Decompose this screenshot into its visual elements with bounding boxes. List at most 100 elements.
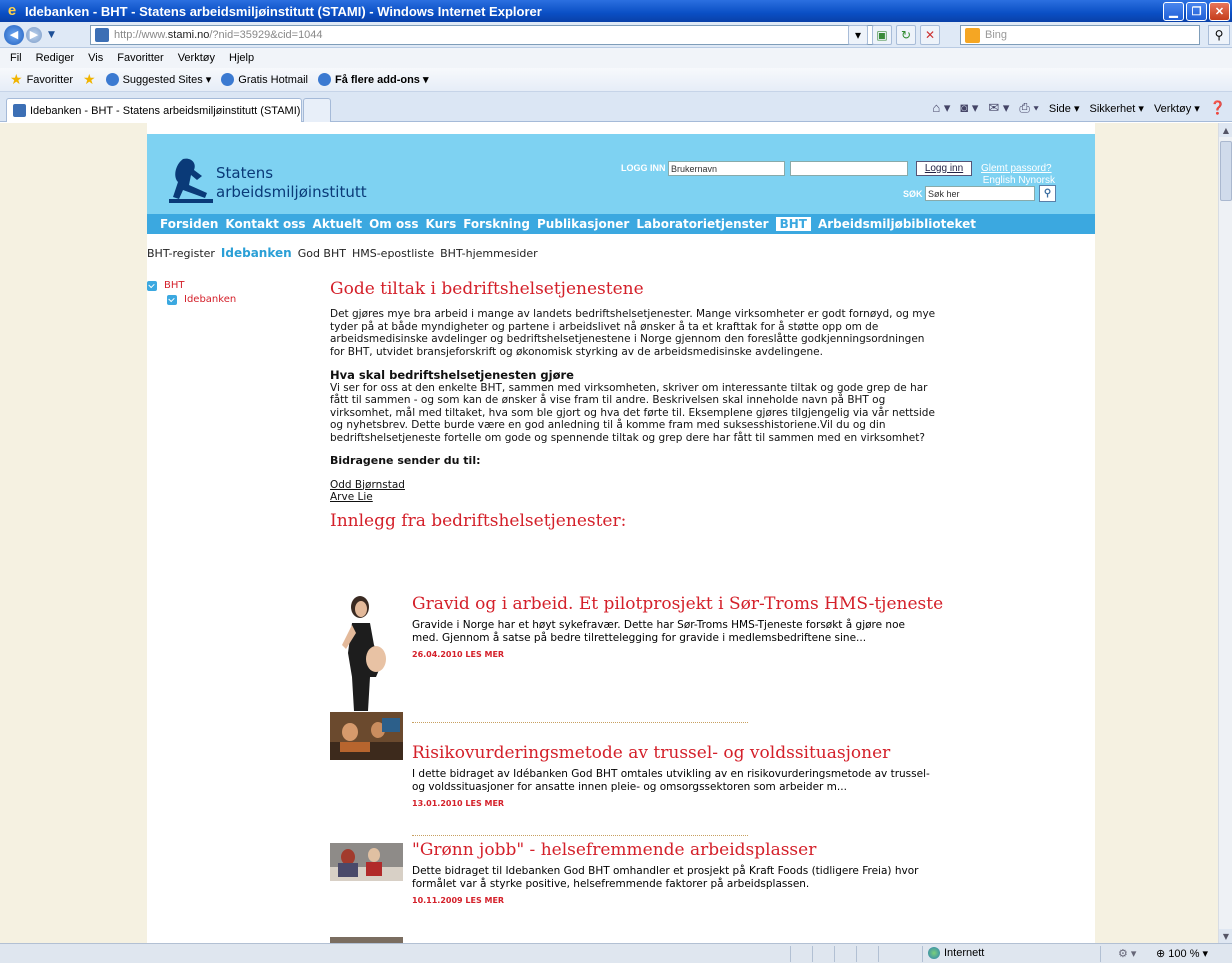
article-thumbnail[interactable] — [330, 712, 403, 760]
site-search-icon[interactable]: ⚲ — [1039, 185, 1056, 202]
nav-aktuelt[interactable]: Aktuelt — [313, 217, 363, 231]
login-button[interactable]: Logg inn — [916, 161, 972, 176]
zoom-dropdown-icon: ▾ — [1202, 948, 1209, 960]
zoom-control[interactable]: ⊕ 100 % ▾ — [1156, 947, 1208, 960]
leftnav-item-bht[interactable]: BHT — [147, 280, 236, 291]
cmd-tools[interactable]: Verktøy ▾ — [1154, 102, 1200, 115]
new-tab-button[interactable] — [303, 98, 331, 122]
article-divider — [412, 722, 748, 723]
article-read-more-link[interactable]: 26.04.2010 LES MER — [412, 650, 932, 659]
stami-logo-icon[interactable] — [169, 157, 214, 204]
fav-hotmail[interactable]: Gratis Hotmail — [221, 73, 308, 86]
subnav-god-bht[interactable]: God BHT — [298, 247, 346, 260]
browser-tab[interactable]: Idebanken - BHT - Statens arbeidsmiljøin… — [6, 98, 302, 122]
scroll-thumb[interactable] — [1220, 141, 1232, 201]
article-description: Gravide i Norge har et høyt sykefravær. … — [412, 619, 905, 644]
maximize-button[interactable]: ❐ — [1186, 1, 1207, 21]
forgot-password-link[interactable]: Glemt passord? — [981, 163, 1052, 174]
menu-tools[interactable]: Verktøy — [178, 52, 215, 64]
refresh-icon[interactable]: ↻ — [896, 25, 916, 45]
status-divider — [922, 946, 923, 962]
subnav-bht-hjemmesider[interactable]: BHT-hjemmesider — [440, 247, 538, 260]
article-title-link[interactable]: "Grønn jobb" - helsefremmende arbeidspla… — [412, 839, 932, 861]
cmd-safety[interactable]: Sikkerhet ▾ — [1090, 102, 1144, 115]
nav-laboratorietjenster[interactable]: Laboratorietjenster — [636, 217, 768, 231]
fav-suggested-sites[interactable]: Suggested Sites ▾ — [105, 73, 211, 86]
scroll-up-icon[interactable]: ▲ — [1219, 123, 1232, 137]
subnav-bht-register[interactable]: BHT-register — [147, 247, 215, 260]
search-input[interactable]: Bing — [960, 25, 1200, 45]
password-field[interactable] — [790, 161, 908, 176]
article-thumbnail[interactable] — [330, 593, 402, 711]
vertical-scrollbar[interactable]: ▲ ▼ — [1218, 123, 1232, 943]
menu-edit[interactable]: Rediger — [36, 52, 75, 64]
compatibility-view-icon[interactable]: ▣ — [872, 25, 892, 45]
url-dropdown-icon[interactable]: ▾ — [848, 25, 868, 45]
nav-om-oss[interactable]: Om oss — [369, 217, 418, 231]
site-search-input[interactable] — [925, 186, 1035, 201]
close-button[interactable]: ✕ — [1209, 1, 1230, 21]
article-read-more-link[interactable]: 10.11.2009 LES MER — [412, 896, 932, 905]
add-favorite-icon: ★ — [83, 71, 96, 87]
leftnav-item-idebanken[interactable]: Idebanken — [167, 294, 236, 305]
site-container: Statens arbeidsmiljøinstitutt LOGG INN L… — [147, 123, 1095, 943]
nav-publikasjoner[interactable]: Publikasjoner — [537, 217, 629, 231]
article-title-link[interactable]: Gravid og i arbeid. Et pilotprosjekt i S… — [412, 593, 943, 615]
back-button[interactable]: ◀ — [4, 24, 24, 45]
article-thumbnail[interactable] — [330, 843, 403, 881]
contact-link-arve[interactable]: Arve Lie — [330, 491, 940, 504]
cmd-page[interactable]: Side ▾ — [1049, 102, 1080, 115]
page-viewport: Statens arbeidsmiljøinstitutt LOGG INN L… — [0, 123, 1218, 943]
globe-icon — [928, 947, 940, 959]
logo-line1: Statens — [216, 164, 274, 182]
protected-mode-icon[interactable]: ⚙ ▾ — [1118, 947, 1136, 960]
home-icon[interactable]: ⌂ ▾ — [932, 100, 950, 116]
article-title-link[interactable]: Risikovurderingsmetode av trussel- og vo… — [412, 742, 932, 764]
favorites-button[interactable]: ★ Favoritter — [10, 71, 73, 88]
url-prefix: http://www. — [114, 29, 168, 41]
lang-english-link[interactable]: English — [983, 175, 1016, 186]
send-to-label: Bidragene sender du til: — [330, 454, 481, 467]
menu-favorites[interactable]: Favoritter — [117, 52, 163, 64]
menu-file[interactable]: Fil — [10, 52, 22, 64]
menu-view[interactable]: Vis — [88, 52, 103, 64]
minimize-button[interactable]: ▁ — [1163, 1, 1184, 21]
forward-button[interactable]: ▶ — [26, 26, 42, 43]
article-description: I dette bidraget av Idébanken God BHT om… — [412, 768, 930, 793]
add-favorite-button[interactable]: ★ — [83, 71, 96, 88]
menu-help[interactable]: Hjelp — [229, 52, 254, 64]
nav-forsiden[interactable]: Forsiden — [160, 217, 218, 231]
nav-kontakt[interactable]: Kontakt oss — [225, 217, 305, 231]
menu-bar: Fil Rediger Vis Favoritter Verktøy Hjelp — [0, 48, 1232, 68]
fav-addons-label: Få flere add-ons ▾ — [334, 74, 429, 86]
address-bar: ◀ ▶ ▼ http://www. stami.no/?nid=35929&cid… — [0, 22, 1232, 48]
feeds-icon[interactable]: ◙ ▾ — [960, 100, 978, 116]
status-divider — [878, 946, 879, 962]
contact-link-odd[interactable]: Odd Bjørnstad — [330, 479, 940, 492]
nav-arbeidsmiljobiblioteket[interactable]: Arbeidsmiljøbiblioteket — [818, 217, 976, 231]
help-icon[interactable]: ❓ — [1210, 100, 1226, 116]
intro-paragraph: Det gjøres mye bra arbeid i mange av lan… — [330, 308, 936, 358]
search-go-icon[interactable]: ⚲ — [1208, 25, 1230, 45]
article-read-more-link[interactable]: 13.01.2010 LES MER — [412, 799, 932, 808]
stop-icon[interactable]: ✕ — [920, 25, 940, 45]
site-logo-text[interactable]: Statens arbeidsmiljøinstitutt — [216, 164, 367, 202]
nav-forskning[interactable]: Forskning — [463, 217, 530, 231]
print-icon[interactable]: ⎙ ▾ — [1019, 100, 1038, 116]
login-label: LOGG INN — [621, 163, 666, 173]
nav-bht[interactable]: BHT — [775, 217, 811, 231]
fav-addons[interactable]: Få flere add-ons ▾ — [317, 73, 429, 86]
subnav-idebanken[interactable]: Idebanken — [221, 246, 292, 260]
nav-kurs[interactable]: Kurs — [426, 217, 457, 231]
security-zone[interactable]: Internett — [928, 947, 984, 959]
mail-icon[interactable]: ✉ ▾ — [988, 100, 1009, 116]
username-field[interactable] — [668, 161, 785, 176]
url-input[interactable]: http://www. stami.no/?nid=35929&cid=1044 — [90, 25, 874, 45]
zone-label: Internett — [944, 947, 985, 959]
status-bar: Internett ⚙ ▾ ⊕ 100 % ▾ — [0, 943, 1232, 963]
tab-favicon-icon — [13, 104, 26, 117]
posts-heading: Innlegg fra bedriftshelsetjenester: — [330, 510, 627, 531]
scroll-down-icon[interactable]: ▼ — [1219, 929, 1232, 943]
subnav-hms-epostliste[interactable]: HMS-epostliste — [352, 247, 434, 260]
history-dropdown-icon[interactable]: ▼ — [48, 30, 55, 40]
